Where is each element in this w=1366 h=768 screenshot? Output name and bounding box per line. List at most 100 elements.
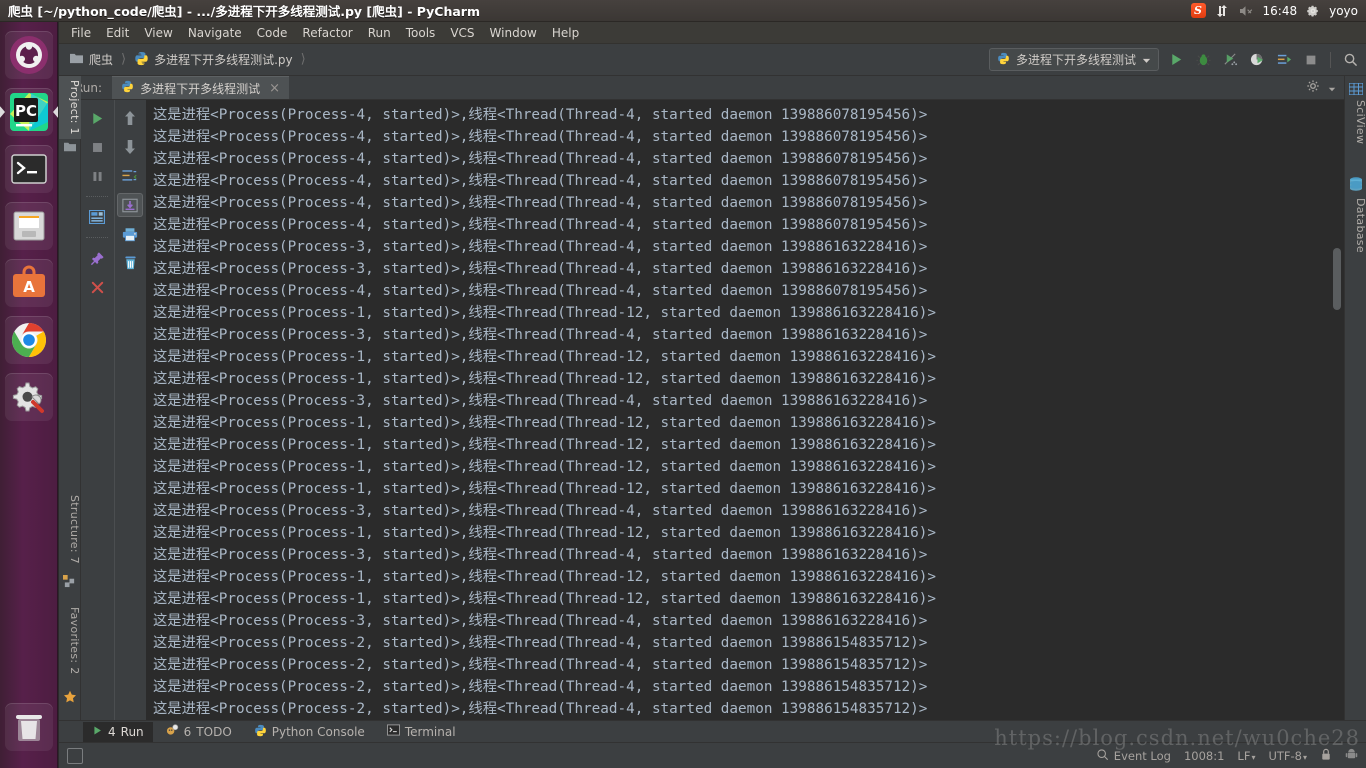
launcher-item-chrome[interactable]: [4, 316, 53, 364]
console-output[interactable]: 这是进程<Process(Process-4, started)>,线程<Thr…: [147, 100, 1344, 742]
gutter-column-right: [113, 100, 147, 742]
rerun-button[interactable]: [84, 106, 110, 130]
console-line: 这是进程<Process(Process-1, started)>,线程<Thr…: [153, 481, 936, 497]
sidebar-item-database[interactable]: Database: [1345, 194, 1366, 257]
tool-window-python-console-label: Python Console: [271, 724, 365, 739]
launcher-item-trash[interactable]: [5, 703, 53, 751]
menu-navigate[interactable]: Navigate: [188, 26, 242, 40]
menu-run[interactable]: Run: [368, 26, 391, 40]
event-log-label: Event Log: [1113, 748, 1171, 763]
launcher-item-files[interactable]: [4, 202, 53, 250]
stop-process-button[interactable]: [84, 135, 110, 159]
svg-text:PC: PC: [14, 102, 36, 120]
star-icon: [63, 689, 77, 708]
debug-button[interactable]: [1193, 50, 1213, 70]
user-name[interactable]: yoyo: [1329, 4, 1358, 18]
console-line: 这是进程<Process(Process-2, started)>,线程<Thr…: [153, 635, 928, 651]
menu-edit[interactable]: Edit: [106, 26, 129, 40]
android-icon[interactable]: [1345, 746, 1358, 765]
clear-all-button[interactable]: [117, 251, 143, 275]
window-title: 爬虫 [~/python_code/爬虫] - .../多进程下开多线程测试.p…: [8, 4, 480, 19]
coverage-button[interactable]: [1220, 50, 1240, 70]
sidebar-item-favorites[interactable]: Favorites: 2: [59, 603, 81, 679]
print-button[interactable]: [117, 222, 143, 246]
pause-output-button[interactable]: [84, 164, 110, 188]
up-arrow-button[interactable]: [117, 106, 143, 130]
run-tool-window: 这是进程<Process(Process-4, started)>,线程<Thr…: [81, 100, 1344, 742]
breadcrumb-file[interactable]: 多进程下开多线程测试.py: [154, 51, 293, 68]
pin-button[interactable]: [84, 246, 110, 270]
menu-view[interactable]: View: [144, 26, 172, 40]
console-view-button[interactable]: [84, 205, 110, 229]
sogou-ime-icon[interactable]: S: [1190, 3, 1206, 18]
breadcrumb-folder[interactable]: 爬虫: [89, 51, 113, 68]
search-button[interactable]: [1340, 50, 1360, 70]
menu-window[interactable]: Window: [490, 26, 537, 40]
menu-file[interactable]: File: [71, 26, 91, 40]
launcher-item-pycharm[interactable]: PC: [0, 88, 59, 136]
console-line: 这是进程<Process(Process-2, started)>,线程<Thr…: [153, 701, 928, 717]
console-line: 这是进程<Process(Process-3, started)>,线程<Thr…: [153, 547, 928, 563]
tool-window-run[interactable]: 4 Run: [83, 721, 153, 742]
profile-button[interactable]: [1247, 50, 1267, 70]
down-arrow-button[interactable]: [117, 135, 143, 159]
tool-window-terminal-label: Terminal: [404, 724, 456, 739]
tool-window-terminal[interactable]: Terminal: [378, 722, 465, 742]
sidebar-item-sciview[interactable]: SciView: [1345, 96, 1366, 148]
console-scrollbar-thumb[interactable]: [1333, 248, 1341, 310]
console-line: 这是进程<Process(Process-4, started)>,线程<Thr…: [153, 107, 928, 123]
launcher-item-settings[interactable]: [4, 373, 53, 421]
settings-gear-icon[interactable]: [1306, 78, 1320, 97]
launcher-item-ubuntu-dash[interactable]: [4, 31, 53, 79]
menu-code[interactable]: Code: [257, 26, 288, 40]
console-line: 这是进程<Process(Process-1, started)>,线程<Thr…: [153, 349, 936, 365]
console-line: 这是进程<Process(Process-2, started)>,线程<Thr…: [153, 657, 928, 673]
console-line: 这是进程<Process(Process-1, started)>,线程<Thr…: [153, 415, 936, 431]
line-separator[interactable]: LF▾: [1237, 749, 1255, 763]
network-icon[interactable]: [1215, 4, 1229, 18]
console-line: 这是进程<Process(Process-3, started)>,线程<Thr…: [153, 503, 928, 519]
soft-wrap-button[interactable]: [117, 164, 143, 188]
clock[interactable]: 16:48: [1263, 4, 1298, 18]
lock-icon[interactable]: [1320, 746, 1332, 765]
event-log-button[interactable]: Event Log: [1096, 748, 1171, 764]
gear-icon[interactable]: [1306, 4, 1320, 18]
console-line: 这是进程<Process(Process-1, started)>,线程<Thr…: [153, 569, 936, 585]
toggle-tool-windows-button[interactable]: [67, 747, 83, 764]
scroll-to-end-button[interactable]: [117, 193, 144, 217]
menu-tools[interactable]: Tools: [406, 26, 436, 40]
console-line: 这是进程<Process(Process-4, started)>,线程<Thr…: [153, 283, 928, 299]
launcher-item-software-center[interactable]: A: [4, 259, 53, 307]
tool-window-todo-label: TODO: [196, 724, 232, 739]
volume-muted-icon[interactable]: [1238, 4, 1254, 18]
tab-run-configuration[interactable]: 多进程下开多线程测试 ×: [112, 76, 289, 99]
menu-vcs[interactable]: VCS: [450, 26, 474, 40]
chevron-down-icon[interactable]: [1142, 50, 1151, 69]
tool-window-todo[interactable]: 6 TODO: [157, 722, 241, 742]
console-scrollbar[interactable]: [1332, 100, 1342, 742]
close-icon[interactable]: ×: [269, 81, 280, 96]
attach-button[interactable]: [1274, 50, 1294, 70]
structure-icon: [63, 573, 76, 592]
console-line: 这是进程<Process(Process-1, started)>,线程<Thr…: [153, 371, 936, 387]
launcher-item-terminal[interactable]: [4, 145, 53, 193]
tool-window-todo-number: 6: [183, 724, 192, 739]
sidebar-item-project[interactable]: Project: 1: [59, 76, 81, 139]
sidebar-item-structure[interactable]: Structure: 7: [59, 491, 81, 568]
chevron-down-small-icon[interactable]: [1328, 78, 1336, 97]
console-line: 这是进程<Process(Process-1, started)>,线程<Thr…: [153, 459, 936, 475]
stop-button[interactable]: [1301, 50, 1321, 70]
tool-window-python-console[interactable]: Python Console: [245, 722, 374, 742]
ubuntu-top-panel: 爬虫 [~/python_code/爬虫] - .../多进程下开多线程测试.p…: [0, 0, 1366, 22]
file-encoding[interactable]: UTF-8▾: [1268, 749, 1307, 763]
breadcrumb: 爬虫 ⟩ 多进程下开多线程测试.py ⟩: [69, 51, 309, 69]
run-button[interactable]: [1166, 50, 1186, 70]
menu-help[interactable]: Help: [552, 26, 579, 40]
run-configuration-selector[interactable]: 多进程下开多线程测试: [988, 48, 1159, 71]
caret-position[interactable]: 1008:1: [1184, 749, 1224, 763]
console-line: 这是进程<Process(Process-4, started)>,线程<Thr…: [153, 217, 928, 233]
close-button[interactable]: [84, 275, 110, 299]
python-tab-icon: [121, 80, 134, 96]
status-bar: Event Log 1008:1 LF▾ UTF-8▾: [59, 742, 1366, 768]
menu-refactor[interactable]: Refactor: [302, 26, 352, 40]
